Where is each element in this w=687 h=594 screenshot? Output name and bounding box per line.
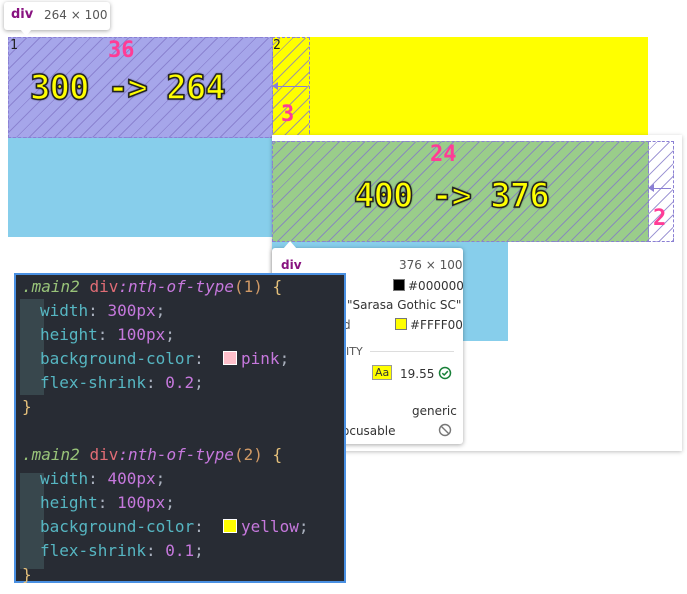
code-line-shrink-2: flex-shrink: 0.1; — [40, 541, 204, 560]
code-line-close-1: } — [22, 397, 32, 416]
box2-shrink-amount: 24 — [430, 142, 457, 167]
code-line-height-1: height: 100px; — [40, 325, 175, 344]
check-circle-icon — [438, 366, 452, 380]
contrast-badge: Aa — [372, 365, 393, 380]
box2-size-label: 400 -> 376 — [353, 175, 550, 217]
gap1-arrow-icon — [272, 82, 278, 90]
css-code-editor[interactable]: .main2 div:nth-of-type(1) { width: 300px… — [14, 273, 346, 584]
code-line-height-2: height: 100px; — [40, 493, 175, 512]
code-line-selector-2: .main2 div:nth-of-type(2) { — [22, 445, 283, 464]
info-color-value: #000000 — [393, 279, 464, 293]
tooltip-size: 264 × 100 — [44, 8, 108, 22]
gap1-value: 3 — [281, 102, 295, 127]
code-line-close-2: } — [22, 565, 32, 584]
color-swatch-black — [393, 279, 405, 291]
not-allowed-icon — [438, 423, 452, 437]
pink-swatch-icon[interactable] — [223, 351, 238, 365]
info-tag: div — [281, 258, 302, 272]
info-size: 376 × 100 — [399, 258, 463, 272]
code-line-selector-1: .main2 div:nth-of-type(1) { — [22, 277, 283, 296]
info-divider — [370, 351, 454, 352]
gap1-index: 2 — [273, 38, 281, 53]
gap1-arrow-line — [273, 86, 307, 87]
tooltip-arrow — [20, 29, 32, 36]
info-bg-value: #FFFF00 — [395, 318, 463, 332]
gap2-value: 2 — [653, 206, 667, 231]
code-line-shrink-1: flex-shrink: 0.2; — [40, 373, 204, 392]
yellow-swatch-icon[interactable] — [223, 519, 238, 533]
gap2-arrow-icon — [648, 184, 654, 192]
box1-index: 1 — [10, 38, 18, 53]
contrast-value: 19.55 — [400, 367, 435, 381]
yellow-flex-item — [272, 37, 648, 137]
color-swatch-yellow — [395, 318, 407, 330]
flex-item-3-box — [8, 137, 272, 237]
code-line-width-1: width: 300px; — [40, 301, 166, 320]
box1-size-label: 300 -> 264 — [29, 67, 226, 109]
focusable-label: ocusable — [342, 424, 396, 438]
tooltip-tag: div — [11, 7, 34, 22]
box1-shrink-amount: 36 — [108, 38, 135, 63]
code-line-width-2: width: 400px; — [40, 469, 166, 488]
info-section-title: ITY — [346, 345, 363, 358]
info-font-value: "Sarasa Gothic SC" — [347, 298, 462, 312]
code-line-bg-1: background-color: pink; — [40, 349, 290, 368]
code-line-bg-2: background-color: yellow; — [40, 517, 309, 536]
info-popup-arrow — [283, 241, 297, 249]
role-value: generic — [412, 404, 457, 418]
